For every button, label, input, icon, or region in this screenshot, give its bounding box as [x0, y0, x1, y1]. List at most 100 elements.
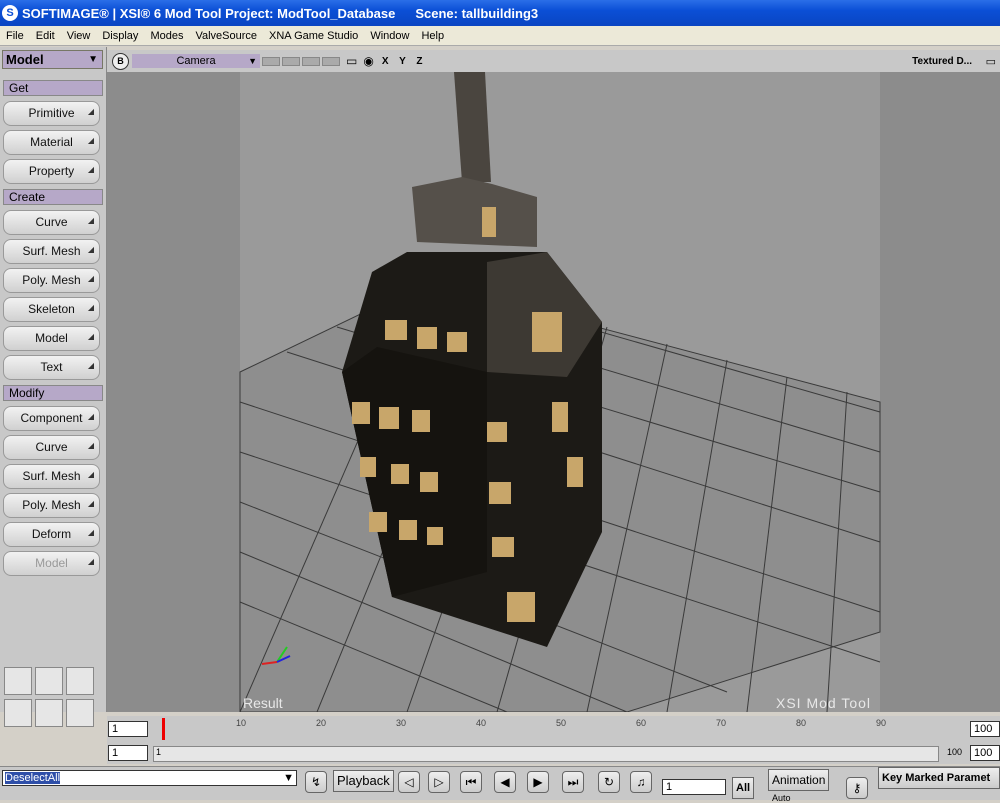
title-bar: S SOFTIMAGE® | XSI® 6 Mod Tool Project: …	[0, 0, 1000, 26]
layout-split-icon[interactable]	[35, 667, 63, 695]
all-button[interactable]: All	[732, 777, 755, 799]
chevron-down-icon: ▼	[248, 56, 257, 66]
rewind-icon[interactable]: ⏮	[460, 771, 482, 793]
menu-arrow-icon: ◢	[87, 245, 94, 254]
menu-view[interactable]: View	[61, 30, 97, 42]
fast-forward-icon[interactable]: ⏭	[562, 771, 584, 793]
create-skeleton-button[interactable]: Skeleton ◢	[3, 297, 100, 322]
last-frame-icon[interactable]: ▷	[428, 771, 450, 793]
auto-key-label[interactable]: Auto	[772, 793, 791, 803]
memo-cam-slot[interactable]	[262, 56, 280, 66]
axis-toggles[interactable]: X Y Z	[382, 56, 427, 67]
first-frame-icon[interactable]: ◁	[398, 771, 420, 793]
memo-cam-slot[interactable]	[282, 56, 300, 66]
display-mode-dropdown[interactable]: Textured D...	[912, 56, 972, 67]
create-curve-button[interactable]: Curve ◢	[3, 210, 100, 235]
viewport-scene	[107, 72, 1000, 712]
viewport-watermark: XSI Mod Tool	[776, 695, 872, 711]
menu-help[interactable]: Help	[415, 30, 450, 42]
menu-valvesource[interactable]: ValveSource	[189, 30, 263, 42]
key-marked-parameters-button[interactable]: Key Marked Paramet	[878, 767, 1000, 789]
memo-cam-slot[interactable]	[322, 56, 340, 66]
menu-window[interactable]: Window	[364, 30, 415, 42]
create-surf-mesh-button[interactable]: Surf. Mesh ◢	[3, 239, 100, 264]
modify-surf-mesh-button[interactable]: Surf. Mesh ◢	[3, 464, 100, 489]
palette-icon[interactable]	[54, 742, 78, 764]
timeline-end-field[interactable]: 100	[970, 721, 1000, 737]
command-line-input[interactable]: DeselectAll ▼	[2, 770, 297, 786]
button-label: Curve	[35, 440, 68, 454]
menu-edit[interactable]: Edit	[30, 30, 61, 42]
button-label: Component	[20, 411, 83, 425]
layout-play-icon[interactable]	[4, 699, 32, 727]
get-property-button[interactable]: Property ◢	[3, 159, 100, 184]
app-title: SOFTIMAGE® | XSI® 6 Mod Tool Project: Mo…	[22, 5, 396, 21]
menu-arrow-icon: ◢	[87, 274, 94, 283]
timeline-tick: 90	[876, 718, 887, 728]
chevron-down-icon[interactable]: ▼	[283, 771, 294, 785]
range-start-field[interactable]: 1	[108, 745, 148, 761]
modify-curve-button[interactable]: Curve ◢	[3, 435, 100, 460]
timeline-tick: 80	[796, 718, 807, 728]
button-label: Property	[28, 164, 75, 178]
modify-poly-mesh-button[interactable]: Poly. Mesh ◢	[3, 493, 100, 518]
range-end-field[interactable]: 100	[970, 745, 1000, 761]
animation-button[interactable]: Animation	[768, 769, 830, 791]
current-frame-field[interactable]: 1	[662, 779, 726, 795]
modify-deform-button[interactable]: Deform ◢	[3, 522, 100, 547]
mode-label: Model	[6, 52, 44, 67]
section-modify: Modify	[3, 385, 103, 401]
loop-icon[interactable]: ↻	[598, 771, 620, 793]
brush-icon[interactable]	[28, 742, 52, 764]
menu-arrow-icon: ◢	[87, 303, 94, 312]
timeline-tick: 20	[316, 718, 327, 728]
playback-button[interactable]: Playback	[333, 770, 394, 792]
button-label: Surf. Mesh	[22, 244, 81, 258]
menu-display[interactable]: Display	[96, 30, 144, 42]
camera-icon[interactable]: ▭	[346, 54, 357, 68]
menu-arrow-icon: ◢	[87, 470, 94, 479]
range-bar[interactable]: 1	[153, 746, 939, 762]
playhead[interactable]	[162, 718, 165, 740]
create-model-button[interactable]: Model ◢	[3, 326, 100, 351]
script-icon[interactable]: ↯	[305, 771, 327, 793]
mode-dropdown[interactable]: Model ▼	[2, 50, 103, 69]
viewport-b-button[interactable]: B	[112, 52, 129, 70]
range-slider[interactable]: 1 1 100 100	[107, 742, 1000, 764]
timeline-tick: 50	[556, 718, 567, 728]
prev-frame-icon[interactable]: ◀	[494, 771, 516, 793]
command-text: DeselectAll	[5, 772, 61, 784]
viewport-header: B Camera ▼ ▭ ◉ X Y Z Textured D... ▭	[107, 50, 1000, 72]
audio-icon[interactable]: ♫	[630, 771, 652, 793]
get-material-button[interactable]: Material ◢	[3, 130, 100, 155]
layout-quad-icon[interactable]	[66, 667, 94, 695]
timeline-start-field[interactable]: 1	[108, 721, 148, 737]
cube-icon[interactable]	[2, 742, 26, 764]
button-label: Poly. Mesh	[22, 498, 81, 512]
maximize-icon[interactable]: ▭	[986, 55, 996, 68]
timeline[interactable]: 1 10 20 30 40 50 60 70 80 90 100	[107, 716, 1000, 742]
menu-modes[interactable]: Modes	[144, 30, 189, 42]
modify-component-button[interactable]: Component ◢	[3, 406, 100, 431]
timeline-tick: 10	[236, 718, 247, 728]
button-label: Curve	[35, 215, 68, 229]
menu-file[interactable]: File	[0, 30, 30, 42]
modify-model-button[interactable]: Model ◢	[3, 551, 100, 576]
play-icon[interactable]: ▶	[527, 771, 549, 793]
memo-cam-slot[interactable]	[302, 56, 320, 66]
camera-dropdown[interactable]: Camera ▼	[132, 54, 260, 68]
create-text-button[interactable]: Text ◢	[3, 355, 100, 380]
button-label: Model	[35, 556, 68, 570]
eye-icon[interactable]: ◉	[363, 54, 373, 68]
layout-vsplit-icon[interactable]	[35, 699, 63, 727]
key-icon[interactable]: ⚷	[846, 777, 868, 799]
layout-graph-icon[interactable]	[4, 667, 32, 695]
3d-viewport[interactable]: Result XSI Mod Tool	[107, 72, 1000, 712]
create-poly-mesh-button[interactable]: Poly. Mesh ◢	[3, 268, 100, 293]
menu-arrow-icon: ◢	[87, 165, 94, 174]
menu-xna[interactable]: XNA Game Studio	[263, 30, 364, 42]
layout-corner-icon[interactable]	[66, 699, 94, 727]
menu-arrow-icon: ◢	[87, 528, 94, 537]
button-label: Model	[35, 331, 68, 345]
get-primitive-button[interactable]: Primitive ◢	[3, 101, 100, 126]
